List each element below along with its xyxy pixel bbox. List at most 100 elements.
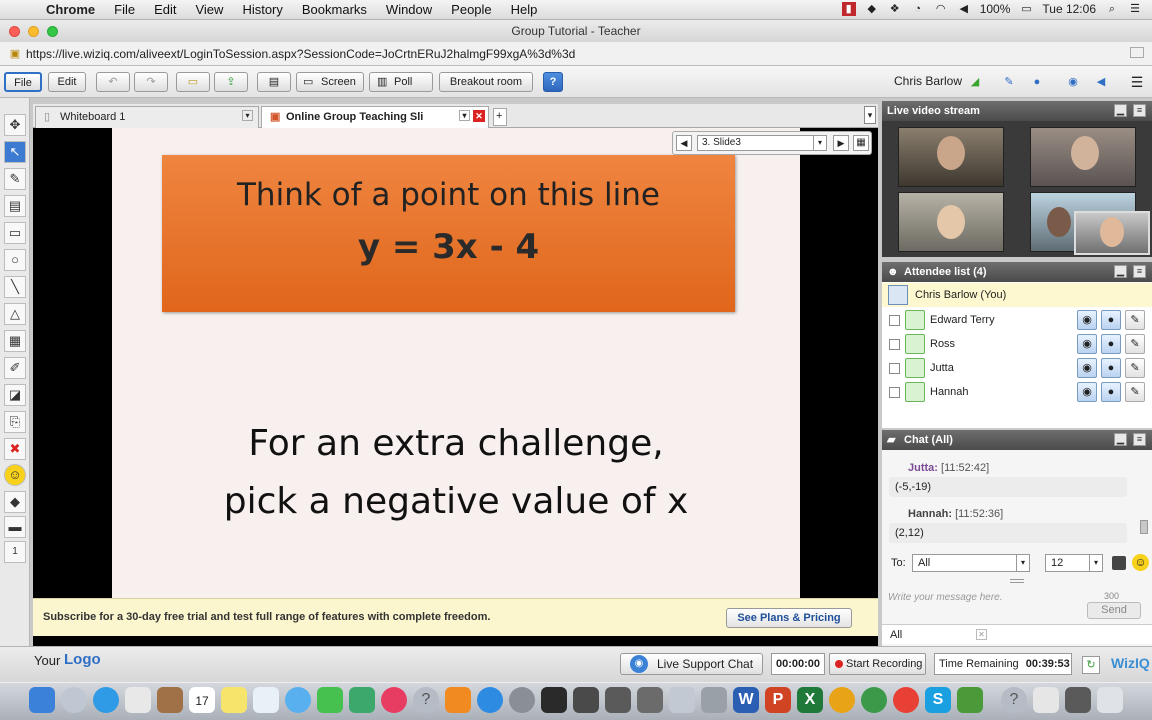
tab-dropdown-icon[interactable]: ▾ — [459, 110, 470, 121]
volume-icon[interactable]: ◀ — [957, 2, 971, 16]
powerpoint-icon[interactable]: P — [765, 687, 791, 713]
font-size-select[interactable]: 12 ▾ — [1045, 554, 1103, 572]
tabs-overflow-icon[interactable]: ▾ — [864, 106, 876, 124]
video-tile[interactable] — [898, 127, 1004, 187]
window-restore-icon[interactable] — [1130, 47, 1144, 58]
outlook-icon[interactable] — [829, 687, 855, 713]
attendee-row[interactable]: Jutta ◉ ● ✎ — [882, 356, 1152, 380]
file-button[interactable]: File — [4, 72, 42, 92]
panel-menu-icon[interactable]: ≡ — [1133, 104, 1146, 117]
attendee-row[interactable]: Edward Terry ◉ ● ✎ — [882, 308, 1152, 332]
clear-filter-icon[interactable]: ✕ — [976, 629, 987, 640]
help-viewer-icon[interactable]: ? — [1001, 687, 1027, 713]
dropbox-icon[interactable]: ❖ — [888, 2, 902, 16]
see-plans-button[interactable]: See Plans & Pricing — [726, 608, 852, 628]
poll-button[interactable]: ▥ Poll — [369, 72, 433, 92]
live-support-chat-button[interactable]: ◉ Live Support Chat — [620, 653, 763, 675]
menu-view[interactable]: View — [195, 2, 223, 17]
ellipse-tool-icon[interactable]: ○ — [4, 249, 26, 271]
clear-tool-icon[interactable]: ✖ — [4, 438, 26, 460]
spotlight-search-icon[interactable]: ⌕ — [1105, 2, 1119, 16]
camera-control-icon[interactable]: ◉ — [1077, 310, 1097, 330]
menu-help[interactable]: Help — [511, 2, 538, 17]
tab-dropdown-icon[interactable]: ▾ — [242, 110, 253, 121]
redo-button[interactable]: ↷ — [134, 72, 168, 92]
minimize-panel-icon[interactable]: ▁ — [1114, 265, 1127, 278]
camera-control-icon[interactable]: ◉ — [1077, 334, 1097, 354]
document-icon[interactable] — [701, 687, 727, 713]
close-window-button[interactable] — [9, 26, 20, 37]
mic-control-icon[interactable]: ● — [1101, 382, 1121, 402]
line-tool-icon[interactable]: ╲ — [4, 276, 26, 298]
draw-permission-icon[interactable]: ✎ — [1125, 310, 1145, 330]
excel-icon[interactable]: X — [797, 687, 823, 713]
text-color-icon[interactable] — [1112, 556, 1126, 570]
slide-select[interactable]: 3. Slide3 ▾ — [697, 135, 827, 151]
chrome-icon[interactable] — [893, 687, 919, 713]
rectangle-tool-icon[interactable]: ▭ — [4, 222, 26, 244]
edit-button[interactable]: Edit — [48, 72, 86, 92]
image-capture-icon[interactable] — [573, 687, 599, 713]
chat-recipient-select[interactable]: All ▾ — [912, 554, 1030, 572]
eraser-tool-icon[interactable]: ◪ — [4, 384, 26, 406]
notes-icon[interactable] — [221, 687, 247, 713]
itunes-icon[interactable] — [381, 687, 407, 713]
app-store-icon[interactable] — [477, 687, 503, 713]
system-preferences-icon[interactable] — [509, 687, 535, 713]
reminders-icon[interactable] — [253, 687, 279, 713]
panel-menu-icon[interactable]: ≡ — [1133, 433, 1146, 446]
draw-permission-icon[interactable]: ✎ — [1125, 334, 1145, 354]
photo-booth-icon[interactable] — [349, 687, 375, 713]
mic-control-icon[interactable]: ● — [1101, 358, 1121, 378]
zoom-window-button[interactable] — [47, 26, 58, 37]
minimize-panel-icon[interactable]: ▁ — [1114, 104, 1127, 117]
menu-bookmarks[interactable]: Bookmarks — [302, 2, 367, 17]
self-video-tile[interactable] — [1074, 211, 1150, 255]
mic-control-icon[interactable]: ● — [1101, 310, 1121, 330]
line-width-icon[interactable]: 1 — [4, 541, 26, 563]
fill-color-icon[interactable]: ◆ — [4, 491, 26, 513]
minimize-window-button[interactable] — [28, 26, 39, 37]
webcam-icon[interactable]: ◉ — [1066, 75, 1080, 89]
battery-icon[interactable]: ▭ — [1019, 2, 1033, 16]
sync-icon[interactable]: ◔ — [911, 2, 925, 16]
select-move-tool-icon[interactable]: ✥ — [4, 114, 26, 136]
help-icon[interactable]: ? — [413, 687, 439, 713]
draw-permission-icon[interactable]: ✎ — [1125, 358, 1145, 378]
triangle-tool-icon[interactable]: △ — [4, 303, 26, 325]
photo-icon[interactable] — [637, 687, 663, 713]
clock[interactable]: Tue 12:06 — [1042, 2, 1096, 16]
table-tool-icon[interactable]: ▦ — [4, 330, 26, 352]
help-button[interactable]: ? — [543, 72, 563, 92]
record-status-icon[interactable]: ▮ — [841, 2, 856, 16]
attendee-checkbox[interactable] — [889, 315, 900, 326]
menu-edit[interactable]: Edit — [154, 2, 176, 17]
speaker-icon[interactable]: ◀ — [1094, 75, 1108, 89]
pointer-tool-icon[interactable]: ↖ — [4, 141, 26, 163]
slide-grid-icon[interactable]: ▦ — [853, 135, 869, 151]
menu-file[interactable]: File — [114, 2, 135, 17]
resize-handle-icon[interactable] — [1010, 579, 1024, 583]
screenshot-icon[interactable] — [541, 687, 567, 713]
skype-icon[interactable]: S — [925, 687, 951, 713]
text-tool-icon[interactable]: ▤ — [4, 195, 26, 217]
preview-icon[interactable] — [125, 687, 151, 713]
utility-icon[interactable] — [669, 687, 695, 713]
safari-icon[interactable] — [93, 687, 119, 713]
ibooks-icon[interactable] — [445, 687, 471, 713]
app-menu-chrome[interactable]: Chrome — [46, 2, 95, 17]
draw-permission-icon[interactable]: ✎ — [1125, 382, 1145, 402]
tab-online-group-teaching-slides[interactable]: ▣ Online Group Teaching Sli ▾ ✕ — [261, 106, 489, 128]
highlighter-tool-icon[interactable]: ✐ — [4, 357, 26, 379]
stroke-color-icon[interactable]: ▬ — [4, 516, 26, 538]
extension-icon[interactable]: ◆ — [865, 2, 879, 16]
chat-message-input[interactable]: Write your message here. — [888, 592, 1003, 603]
camera-control-icon[interactable]: ◉ — [1077, 382, 1097, 402]
undo-button[interactable]: ↶ — [96, 72, 130, 92]
mic-control-icon[interactable]: ● — [1101, 334, 1121, 354]
connection-signal-icon[interactable]: ◢ — [968, 75, 982, 89]
microphone-icon[interactable]: ● — [1030, 75, 1044, 89]
desktop-stack-icon[interactable] — [1065, 687, 1091, 713]
menu-people[interactable]: People — [451, 2, 491, 17]
smiley-tool-icon[interactable]: ☺ — [4, 464, 26, 486]
